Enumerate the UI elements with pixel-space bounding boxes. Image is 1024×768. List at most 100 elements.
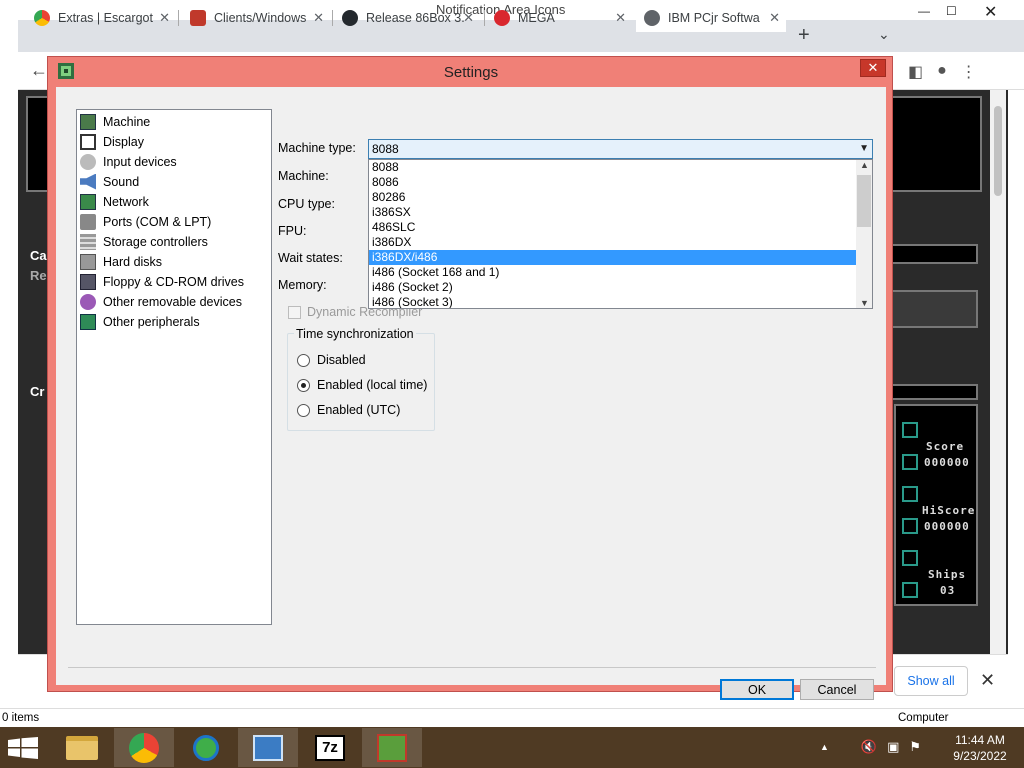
dropdown-option[interactable]: i486 (Socket 2) [369,280,857,295]
taskbar-chrome[interactable] [114,728,174,767]
dropdown-scrollbar[interactable]: ▲ ▼ [856,160,872,308]
chevron-down-icon[interactable]: ▼ [859,140,869,158]
volume-muted-icon[interactable]: 🔇 [861,739,877,755]
radio-enabled-local-time[interactable]: Enabled (local time) [297,378,427,392]
game-bar-right-3 [890,384,978,400]
tab-label: Extras | Escargot [58,11,153,25]
tab-label: IBM PCjr Softwa [668,11,760,25]
fpu-label: FPU: [278,224,307,238]
score-label: Score [926,440,965,453]
floppy-icon [80,273,96,290]
close-icon[interactable]: ✕ [984,2,997,22]
dropdown-option[interactable]: i386DX [369,235,857,250]
category-machine[interactable]: Machine [80,112,150,131]
category-network[interactable]: Network [80,192,149,211]
radio-disabled[interactable]: Disabled [297,353,366,367]
dropdown-option[interactable]: i486 (Socket 168 and 1) [369,265,857,280]
tab-clients-windows[interactable]: Clients/Windows ✕ [190,4,330,32]
category-label: Input devices [103,154,177,169]
start-windows-icon[interactable] [8,737,38,759]
category-label: Other removable devices [103,294,242,309]
dialog-close-button[interactable]: ✕ [860,59,886,77]
dropdown-option[interactable]: i486 (Socket 3) [369,295,857,308]
show-all-button[interactable]: Show all [894,666,968,696]
flag-icon[interactable]: ⚑ [909,739,921,755]
dropdown-option[interactable]: i386SX [369,205,857,220]
hiscore-value: 000000 [924,520,970,533]
close-tab-icon[interactable]: ✕ [463,10,474,26]
radio-button[interactable] [297,403,310,417]
machine-type-select[interactable]: 8088 ▼ [368,139,873,159]
dropdown-option[interactable]: 8086 [369,175,857,190]
taskbar-clock[interactable]: 11:44 AM 9/23/2022 [944,732,1016,764]
network-icon[interactable]: ▣ [887,739,899,755]
close-download-bar-icon[interactable]: ✕ [980,670,995,691]
taskbar-7zip[interactable]: 7z [300,728,360,767]
maximize-icon[interactable]: ☐ [946,4,957,18]
control-panel-icon [253,734,283,761]
category-other-peripherals[interactable]: Other peripherals [80,312,200,331]
category-ports[interactable]: Ports (COM & LPT) [80,212,211,231]
machine-type-dropdown-list: 8088 8086 80286 i386SX 486SLC i386DX i38… [368,159,873,309]
radio-button[interactable] [297,378,310,392]
page-scrollbar[interactable] [990,90,1006,654]
close-tab-icon[interactable]: ✕ [159,10,170,26]
profile-icon[interactable]: ● [937,62,947,82]
score-box [902,454,918,470]
tab-search-chevron-icon[interactable]: ⌄ [878,26,890,43]
dropdown-option[interactable]: 486SLC [369,220,857,235]
tab-label: Clients/Windows [214,11,307,25]
close-tab-icon[interactable]: ✕ [615,10,626,26]
close-tab-icon[interactable]: ✕ [313,10,324,26]
taskbar-messenger[interactable] [176,728,236,767]
tab-extras[interactable]: Extras | Escargot ✕ [34,4,176,32]
tab-ibm-pcjr[interactable]: IBM PCjr Softwa ✕ [636,4,786,32]
radio-enabled-utc[interactable]: Enabled (UTC) [297,403,400,417]
checkbox-box[interactable] [288,305,301,319]
category-display[interactable]: Display [80,132,144,151]
category-storage-controllers[interactable]: Storage controllers [80,232,208,251]
category-label: Hard disks [103,254,163,269]
category-label: Other peripherals [103,314,200,329]
category-sound[interactable]: Sound [80,172,139,191]
tab-mega[interactable]: MEGA ✕ [494,4,632,32]
taskbar-file-explorer[interactable] [52,728,112,767]
dropdown-option[interactable]: 80286 [369,190,857,205]
category-label: Floppy & CD-ROM drives [103,274,244,289]
side-panel-icon[interactable]: ◧ [908,62,923,82]
scrollbar-thumb[interactable] [994,106,1002,196]
tab-release-86box[interactable]: Release 86Box 3. ✕ [342,4,480,32]
category-floppy-cdrom[interactable]: Floppy & CD-ROM drives [80,272,244,291]
close-tab-icon[interactable]: ✕ [769,10,780,26]
tray-overflow-icon[interactable]: ▲ [820,742,829,755]
button-separator [68,667,876,668]
scroll-down-icon[interactable]: ▼ [860,298,869,308]
taskbar-control-panel[interactable] [238,728,298,767]
machine-label: Machine: [278,169,329,183]
dropdown-option-highlighted[interactable]: i386DX/i486 [369,250,857,265]
minimize-icon[interactable]: — [918,4,930,18]
scroll-up-icon[interactable]: ▲ [860,160,869,170]
menu-dots-icon[interactable]: ⋮ [961,62,977,82]
dropdown-option[interactable]: 8088 [369,160,857,175]
github-favicon-icon [342,10,358,26]
scrollbar-thumb[interactable] [857,175,871,227]
taskbar-86box[interactable] [362,728,422,767]
globe-favicon-icon [644,10,660,26]
back-arrow-icon[interactable]: ← [30,60,48,81]
category-label: Storage controllers [103,234,208,249]
sevenzip-icon: 7z [315,734,345,761]
category-input-devices[interactable]: Input devices [80,152,177,171]
category-other-removable[interactable]: Other removable devices [80,292,242,311]
ok-button[interactable]: OK [720,679,794,700]
hard-disk-icon [80,253,96,270]
category-hard-disks[interactable]: Hard disks [80,252,162,271]
game-bar-right [890,244,978,264]
score-panel: Score 000000 HiScore 000000 Ships 03 [894,404,978,606]
tab-label: MEGA [518,11,555,25]
category-label: Network [103,194,149,209]
cancel-button[interactable]: Cancel [800,679,874,700]
explorer-status-line: 0 items Computer [0,708,1024,727]
radio-button[interactable] [297,353,310,367]
new-tab-button[interactable]: + [798,24,810,47]
